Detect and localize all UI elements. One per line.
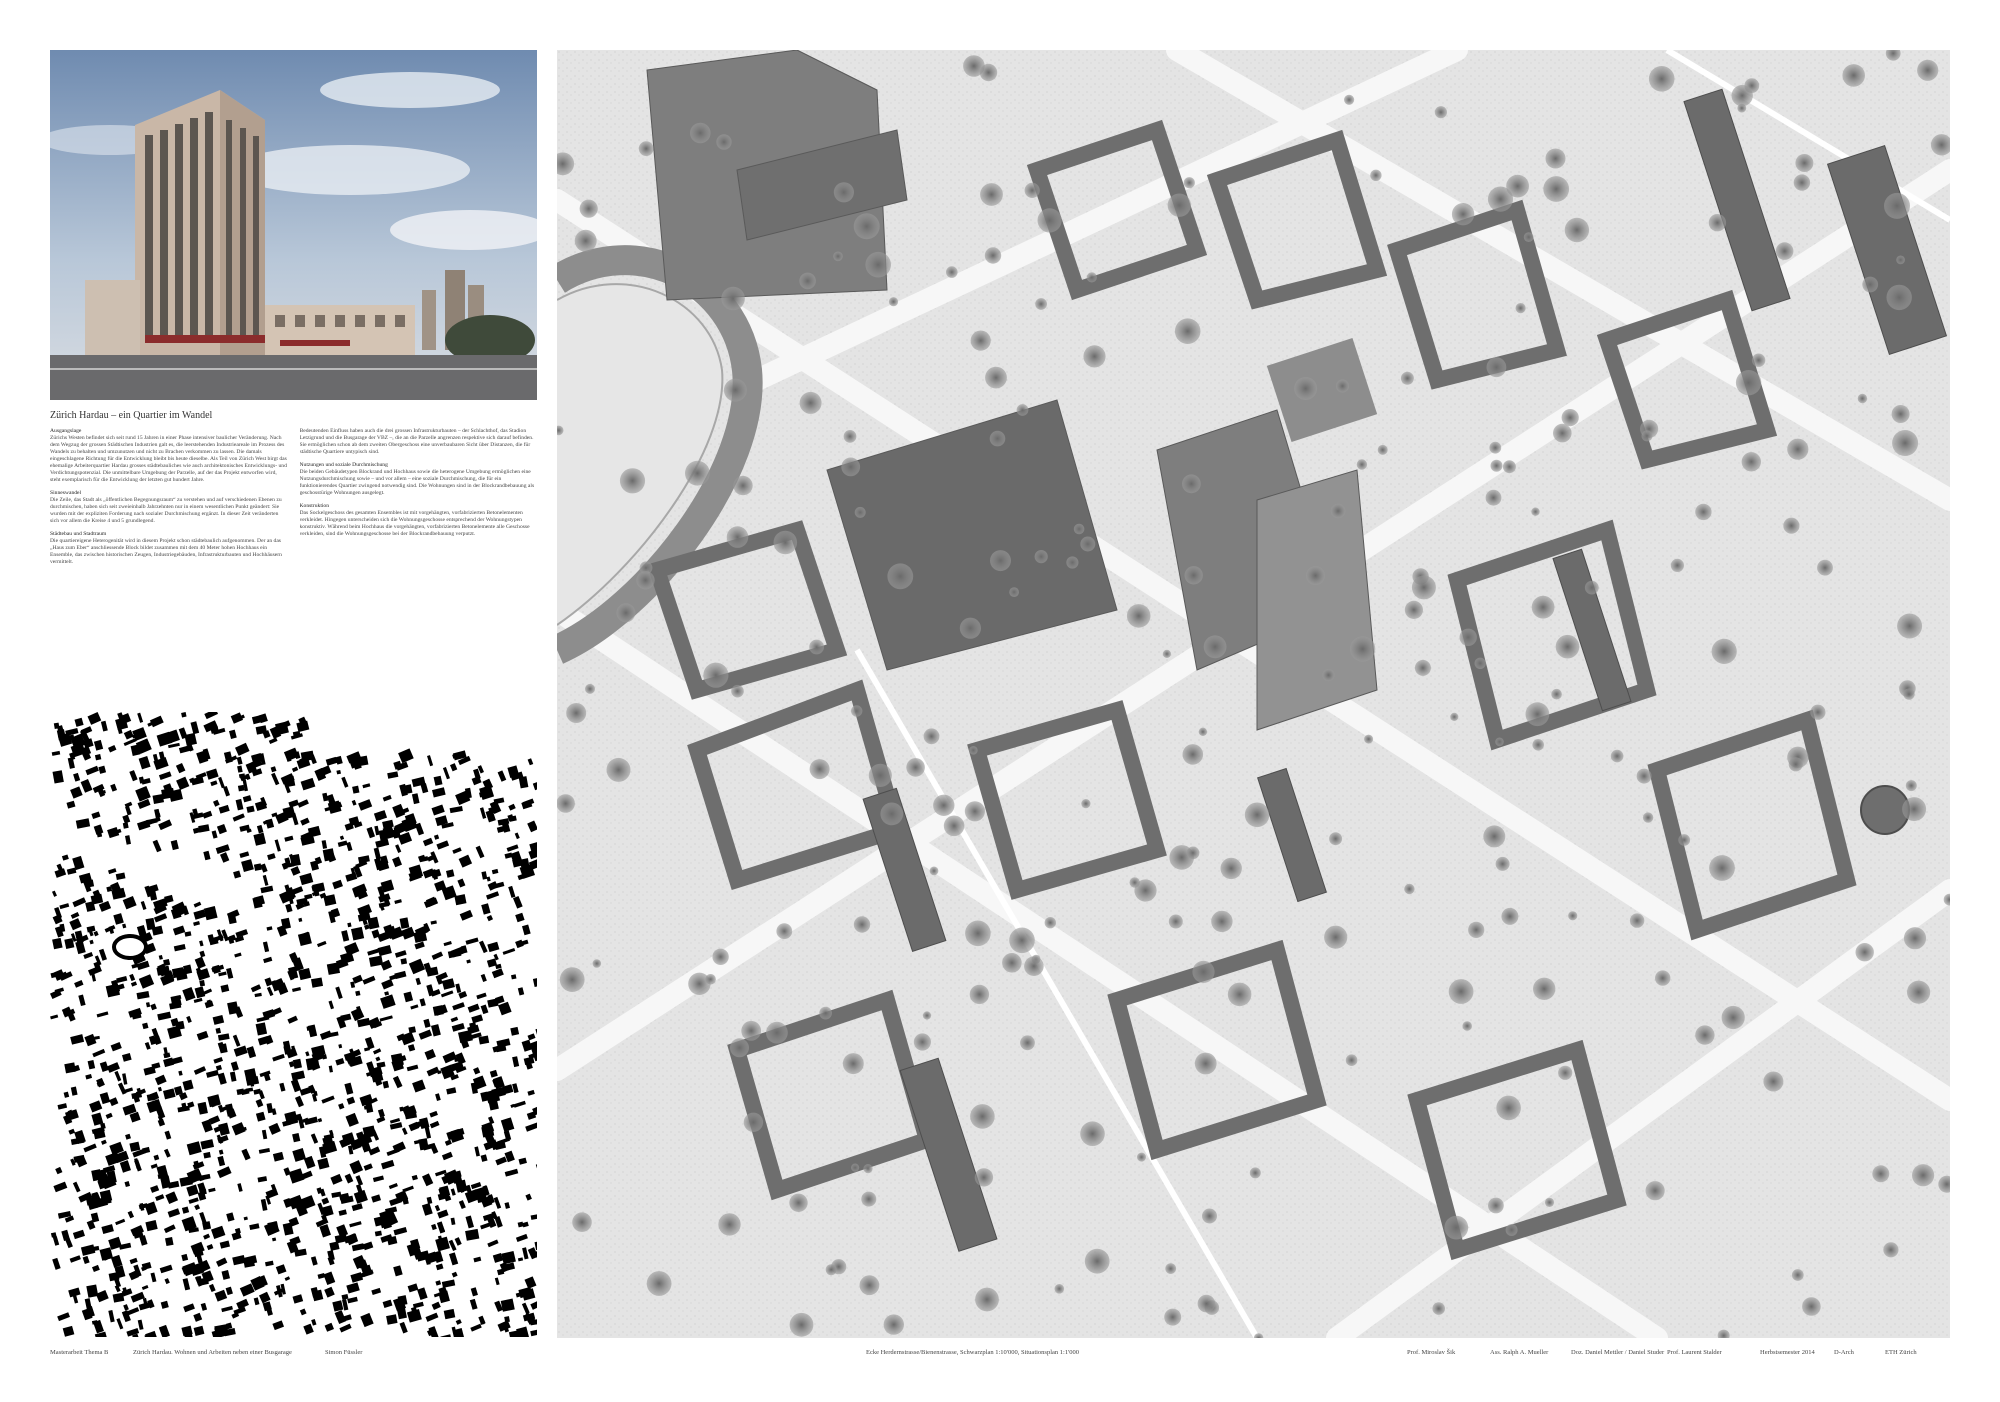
- footer-institution: ETH Zürich: [1885, 1349, 1917, 1356]
- text-column-right: Bedeutenden Einfluss haben auch die drei…: [300, 428, 538, 703]
- footer-project-title: Zürich Hardau. Wohnen und Arbeiten neben…: [133, 1349, 292, 1356]
- heading-nutzungen: Nutzungen und soziale Durchmischung: [299, 462, 388, 468]
- footer-semester: Herbstsemester 2014: [1760, 1349, 1815, 1356]
- text-einfluss: Bedeutenden Einfluss haben auch die drei…: [299, 428, 534, 455]
- text-nutzungen: Die beiden Gebäudetypen Blockrand und Ho…: [299, 469, 535, 496]
- heading-ausgangslage: Ausgangslage: [50, 428, 82, 434]
- footer-prof2: Prof. Laurent Stalder: [1667, 1349, 1722, 1356]
- text-column-left: Ausgangslage Zürichs Westen befindet sic…: [50, 428, 288, 703]
- heading-konstruktion: Konstruktion: [299, 503, 330, 509]
- intro-text-columns: Ausgangslage Zürichs Westen befindet sic…: [50, 428, 537, 703]
- figure-ground-plan-image: [50, 712, 537, 1337]
- text-konstruktion: Das Sockelgeschoss des gesamten Ensemble…: [299, 510, 530, 537]
- heading-sinneswandel: Sinneswandel: [50, 490, 82, 496]
- footer-author: Simon Füssler: [325, 1349, 363, 1356]
- intro-title: Zürich Hardau – ein Quartier im Wandel: [50, 410, 213, 421]
- text-staedtebau: Die quartiereigene Heterogenität wird in…: [50, 538, 282, 565]
- figure-ground-plan: [50, 712, 537, 1337]
- tower-rendering-photo: [50, 50, 537, 400]
- tower-rendering-image: [50, 50, 537, 400]
- site-plan-image: [557, 50, 1950, 1338]
- footer-assistant: Ass. Ralph A. Mueller: [1490, 1349, 1549, 1356]
- footer-plan-caption: Ecke Herdernstrasse/Bienenstrasse, Schwa…: [866, 1349, 1080, 1356]
- footer-masterarbeit: Masterarbeit Thema B: [50, 1349, 109, 1356]
- text-ausgangslage: Zürichs Westen befindet sich seit rund 1…: [50, 435, 287, 483]
- heading-staedtebau: Städtebau und Stadtraum: [50, 531, 107, 537]
- text-sinneswandel: Die Zeile, das Stadt als „öffentlichen B…: [50, 497, 282, 524]
- footer-department: D-Arch: [1834, 1349, 1854, 1356]
- footer-prof: Prof. Miroslav Šik: [1407, 1349, 1456, 1356]
- footer-dozenten: Doz. Daniel Mettler / Daniel Studer: [1571, 1349, 1665, 1356]
- site-plan: [557, 50, 1950, 1338]
